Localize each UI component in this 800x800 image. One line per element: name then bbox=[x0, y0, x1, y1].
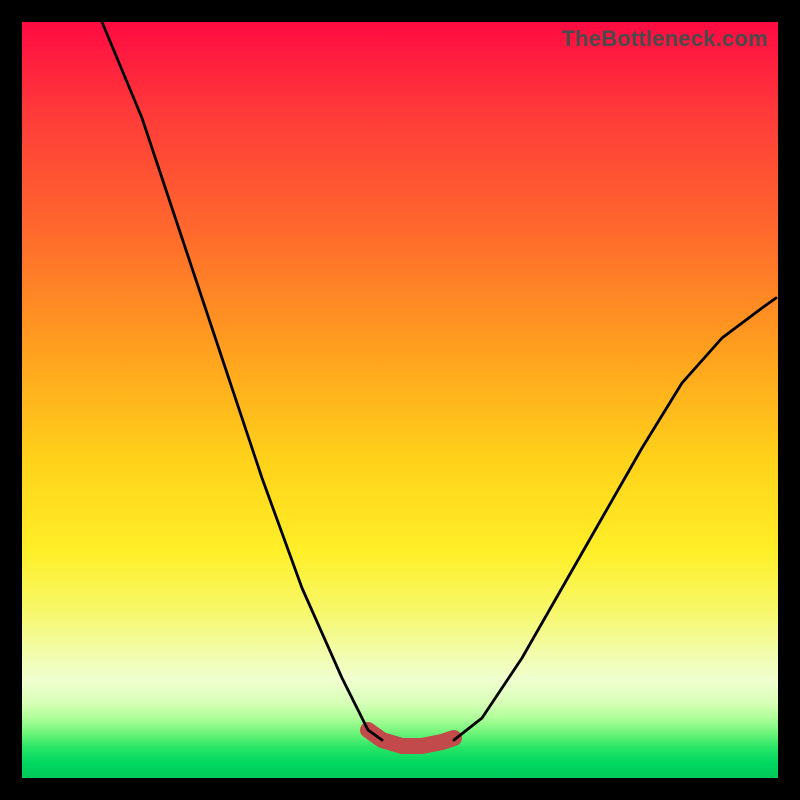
watermark-text: TheBottleneck.com bbox=[562, 26, 768, 52]
chart-curves bbox=[22, 22, 778, 778]
chart-frame: TheBottleneck.com bbox=[22, 22, 778, 778]
right-branch-path bbox=[454, 298, 776, 740]
left-branch-path bbox=[102, 22, 382, 740]
